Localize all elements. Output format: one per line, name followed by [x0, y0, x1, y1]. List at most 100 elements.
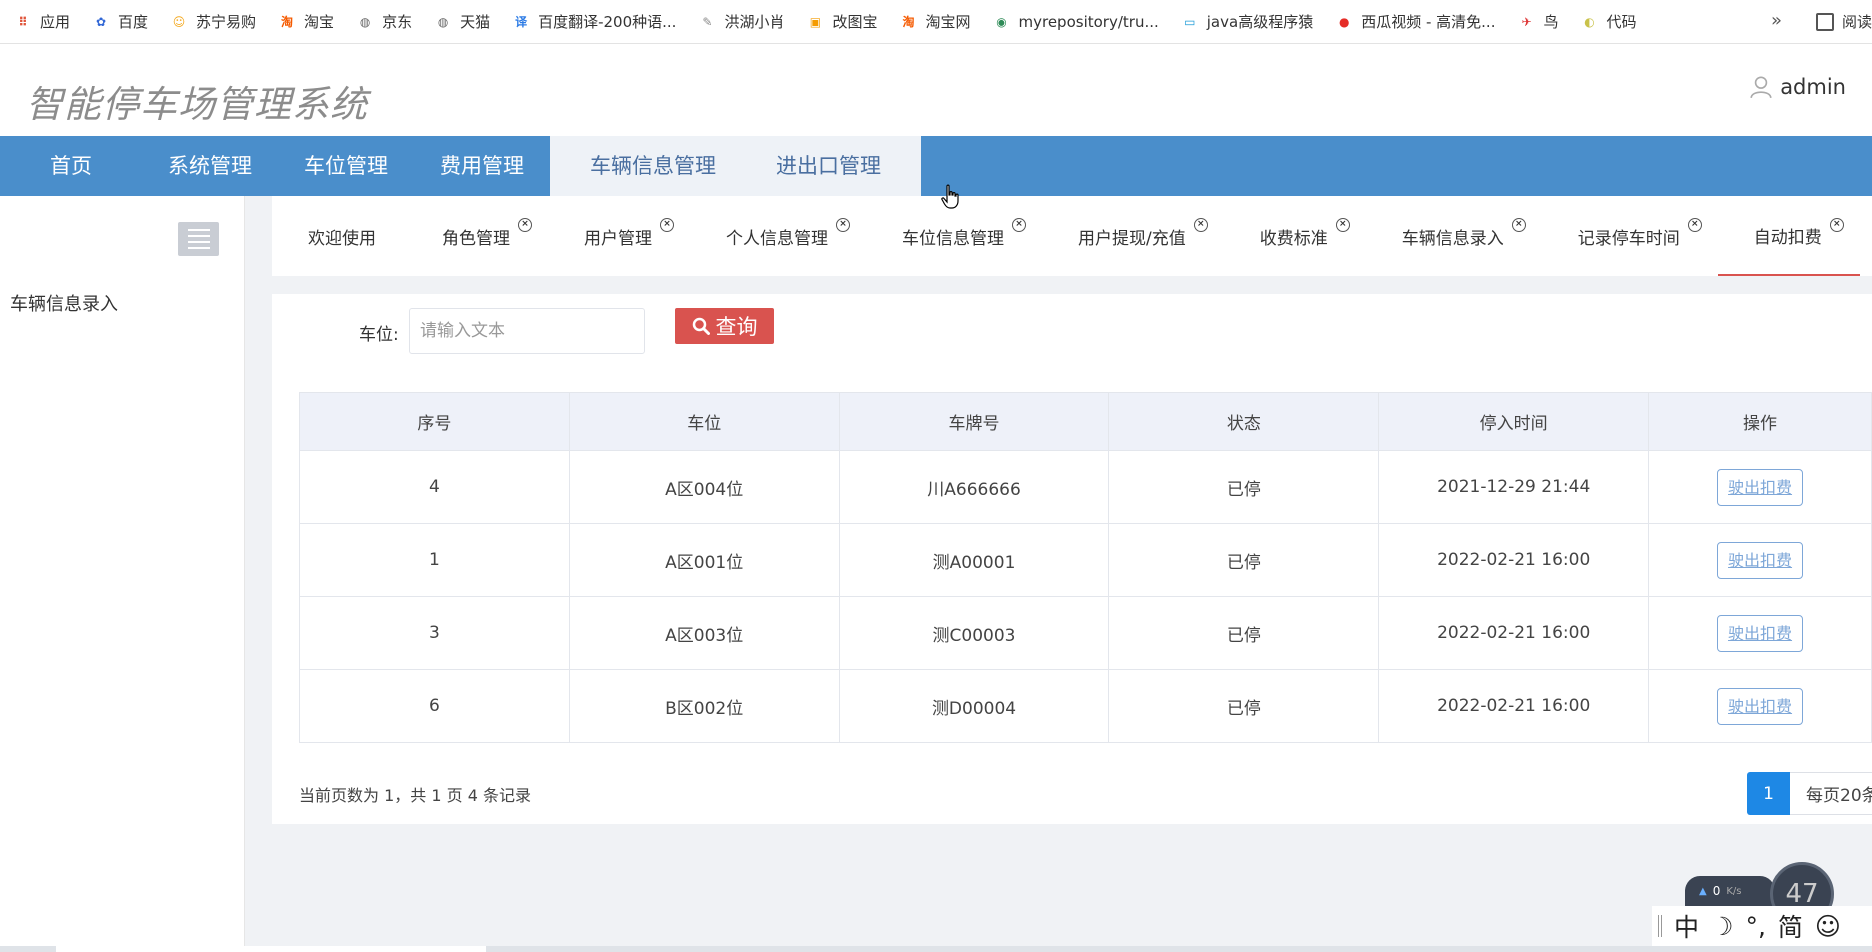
bookmarks-bar: ⠿ 应用 ✿ 百度 ☺ 苏宁易购 淘淘宝 ◍ 京东 ◍ 天猫 译百度翻译-200种语... ✎ 洪湖小肖 ▣… [0, 0, 1872, 44]
bookmark-item[interactable]: 淘淘宝 [278, 11, 334, 32]
taobao-icon: 淘 [902, 15, 915, 29]
action-cell: 驶出扣费 [1648, 450, 1872, 524]
table-cell: 6 [299, 669, 570, 743]
tab-close-icon[interactable]: × [836, 218, 850, 232]
table-cell: 2021-12-29 21:44 [1378, 450, 1650, 524]
bookmark-label: 京东 [382, 13, 413, 31]
bookmarks-overflow-button[interactable]: » [1771, 10, 1782, 31]
bird-icon: ✈ [1521, 14, 1532, 29]
bookmark-item[interactable]: ✎ 洪湖小肖 [698, 11, 784, 32]
table-cell: 2022-02-21 16:00 [1378, 669, 1650, 743]
hand-cursor-icon [941, 184, 959, 209]
page-size-select[interactable]: 每页20条 [1790, 772, 1872, 815]
bookmark-item[interactable]: ▣ 改图宝 [806, 11, 878, 32]
bookmark-item[interactable]: ◍ 天猫 [434, 11, 490, 32]
app-title: 智能停车场管理系统 [26, 83, 368, 126]
page-button-1[interactable]: 1 [1747, 772, 1790, 815]
bookmark-label: 代码 [1606, 13, 1637, 31]
ime-grip[interactable] [1658, 915, 1662, 937]
query-button[interactable]: 查询 [675, 308, 774, 344]
net-speed: 0 [1712, 884, 1721, 898]
tab-close-icon[interactable]: × [1193, 218, 1208, 232]
tab-item[interactable]: 用户管理 × [548, 196, 690, 276]
bookmark-label: java高级程序猿 [1206, 13, 1314, 31]
tab-label: 记录停车时间 [1577, 228, 1680, 249]
tab-label: 欢迎使用 [308, 228, 376, 249]
bookmark-item[interactable]: 淘淘宝网 [899, 11, 970, 32]
tab-close-icon[interactable]: × [1687, 218, 1702, 232]
tab-close-icon[interactable]: × [1511, 218, 1526, 232]
nav-parking-space-management[interactable]: 车位管理 [278, 136, 414, 196]
tab-label: 自动扣费 [1753, 227, 1822, 248]
pagination: 1 每页20条 [1747, 772, 1872, 815]
reading-list-icon [1815, 12, 1834, 31]
table-cell: 已停 [1108, 523, 1380, 597]
drive-out-charge-button[interactable]: 驶出扣费 [1717, 468, 1804, 506]
ime-simplified-toggle[interactable]: 简 [1778, 908, 1803, 944]
upload-arrow-icon: ▲ [1699, 885, 1707, 897]
tab-item[interactable]: 记录停车时间 × [1542, 196, 1718, 276]
nav-fee-management[interactable]: 费用管理 [414, 136, 550, 196]
tab-item[interactable]: 车辆信息录入 × [1366, 196, 1542, 276]
bookmark-label: 西瓜视频 - 高清免... [1361, 13, 1496, 31]
tab-label: 车位信息管理 [902, 228, 1004, 249]
table-row: 6 B区002位 测D00004 已停 2022-02-21 16:00 驶出扣费 [299, 669, 1872, 743]
bookmark-item[interactable]: ◉ myrepository/tru... [993, 13, 1159, 31]
tab-close-icon[interactable]: × [1829, 218, 1844, 232]
reading-list-button[interactable]: 阅读 [1815, 11, 1872, 32]
query-button-label: 查询 [715, 315, 758, 339]
bookmark-item[interactable]: ✿ 百度 [92, 11, 148, 32]
ime-toolbar: 中 ☽ °, 简 ☺ [1652, 906, 1872, 946]
nav-home[interactable]: 首页 [0, 136, 142, 196]
sidebar-item-vehicle-entry[interactable]: 车辆信息录入 [10, 290, 118, 316]
parking-records-table: 序号 车位 车牌号 状态 停入时间 操作 4 A区004位 川A666666 已停 2021-12… [299, 392, 1872, 743]
user-menu[interactable]: admin [1748, 74, 1846, 100]
tab-close-icon[interactable]: × [1012, 218, 1026, 232]
bookmark-item[interactable]: ⠿ 应用 [14, 11, 70, 32]
table-row: 3 A区003位 测C00003 已停 2022-02-21 16:00 驶出扣费 [299, 596, 1872, 670]
drive-out-charge-button[interactable]: 驶出扣费 [1717, 614, 1804, 652]
ime-lang-toggle[interactable]: 中 [1674, 908, 1699, 944]
tab-item[interactable]: 个人信息管理 × [690, 196, 866, 276]
table-cell: 已停 [1108, 450, 1380, 524]
bookmark-item[interactable]: ▭ java高级程序猿 [1181, 11, 1313, 32]
tab-item[interactable]: 欢迎使用 [272, 196, 406, 276]
tab-close-icon[interactable]: × [518, 218, 532, 232]
column-header: 状态 [1108, 392, 1380, 451]
emoji-icon[interactable]: ☺ [1815, 912, 1841, 941]
drive-out-charge-button[interactable]: 驶出扣费 [1717, 541, 1804, 579]
bookmark-item[interactable]: ◍ 京东 [356, 11, 412, 32]
tab-close-icon[interactable]: × [660, 218, 674, 232]
nav-vehicle-info-management[interactable]: 车辆信息管理 [550, 136, 756, 196]
table-cell: A区004位 [568, 450, 840, 524]
horizontal-scrollbar[interactable] [0, 946, 1872, 952]
bookmark-label: 洪湖小肖 [724, 13, 785, 31]
drive-out-charge-button[interactable]: 驶出扣费 [1717, 687, 1804, 725]
moon-icon[interactable]: ☽ [1711, 912, 1733, 941]
ime-punct-toggle[interactable]: °, [1745, 912, 1765, 941]
tab-item[interactable]: 收费标准 × [1224, 196, 1366, 276]
content-panel: 车位: 请输入文本 查询 序号 车位 车牌号 状态 停入时间 操作 4 A区004位 川A66… [272, 294, 1872, 824]
bookmark-item[interactable]: ☺ 苏宁易购 [170, 11, 256, 32]
bookmark-item[interactable]: ✈ 鸟 [1517, 11, 1558, 32]
tab-item[interactable]: 自动扣费 × [1717, 196, 1860, 276]
bookmark-item[interactable]: ◐ 代码 [1580, 11, 1636, 32]
search-icon [692, 317, 710, 335]
table-row: 4 A区004位 川A666666 已停 2021-12-29 21:44 驶出扣费 [299, 450, 1872, 524]
bookmark-label: 百度翻译-200种语... [538, 13, 677, 31]
tab-item[interactable]: 角色管理 × [406, 196, 548, 276]
tab-item[interactable]: 用户提现/充值 × [1042, 196, 1224, 276]
bookmark-label: 淘宝网 [925, 13, 971, 31]
tab-label: 个人信息管理 [726, 228, 828, 249]
table-cell: 川A666666 [838, 450, 1110, 524]
nav-system-management[interactable]: 系统管理 [142, 136, 278, 196]
nav-entrance-exit-management[interactable]: 进出口管理 [756, 136, 921, 196]
column-header: 车牌号 [838, 392, 1110, 451]
scrollbar-thumb[interactable] [56, 946, 486, 952]
tab-close-icon[interactable]: × [1335, 218, 1350, 232]
parking-space-search-input[interactable]: 请输入文本 [409, 308, 645, 354]
bookmark-item[interactable]: 译百度翻译-200种语... [512, 11, 676, 32]
bookmark-item[interactable]: ● 西瓜视频 - 高清免... [1335, 11, 1496, 32]
sidebar-toggle-button[interactable] [178, 222, 219, 256]
suning-lion-icon: ☺ [172, 14, 186, 29]
